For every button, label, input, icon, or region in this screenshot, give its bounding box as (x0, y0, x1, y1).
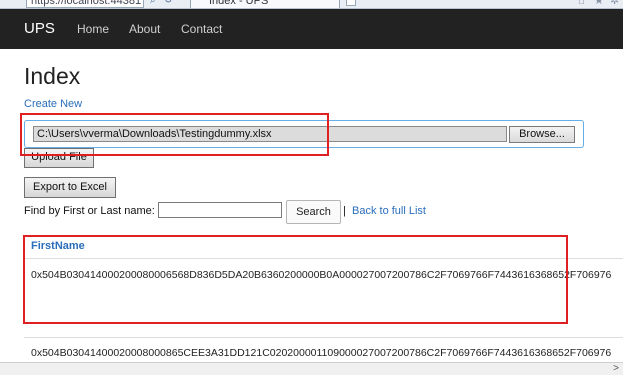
address-bar[interactable]: https://localhost:44381 (26, 0, 144, 8)
horizontal-scrollbar[interactable]: > (0, 362, 623, 375)
gear-icon[interactable]: ✲ (610, 0, 619, 7)
search-input[interactable] (158, 202, 282, 218)
annotation-box-row (23, 235, 568, 324)
tab-close-icon[interactable] (346, 0, 356, 6)
table-divider (24, 337, 623, 338)
browser-tab[interactable]: Index - UPS (190, 0, 340, 8)
create-new-link[interactable]: Create New (24, 98, 82, 110)
browser-chrome: https://localhost:44381 ⌕ ↻ Index - UPS … (0, 0, 623, 9)
table-row: 0x504B03041400020008000865CEE3A31DD121C0… (31, 347, 612, 359)
back-to-full-list-link[interactable]: Back to full List (352, 205, 426, 217)
brand-link[interactable]: UPS (24, 20, 55, 37)
search-icon[interactable]: ⌕ (150, 0, 160, 6)
export-to-excel-button[interactable]: Export to Excel (24, 177, 116, 198)
scroll-right-icon[interactable]: > (613, 363, 619, 375)
annotation-box-file (20, 113, 329, 156)
find-label: Find by First or Last name: (24, 205, 155, 217)
navbar: UPS Home About Contact (0, 9, 623, 49)
search-button[interactable]: Search (286, 200, 341, 224)
nav-contact[interactable]: Contact (181, 22, 222, 36)
browse-button[interactable]: Browse... (509, 126, 575, 143)
nav-home[interactable]: Home (77, 22, 109, 36)
nav-about[interactable]: About (129, 22, 160, 36)
page-title: Index (24, 63, 81, 89)
home-icon[interactable]: ⌂ (578, 0, 585, 7)
separator: | (343, 205, 346, 217)
refresh-icon[interactable]: ↻ (164, 0, 174, 6)
favorites-icon[interactable]: ★ (594, 0, 604, 7)
